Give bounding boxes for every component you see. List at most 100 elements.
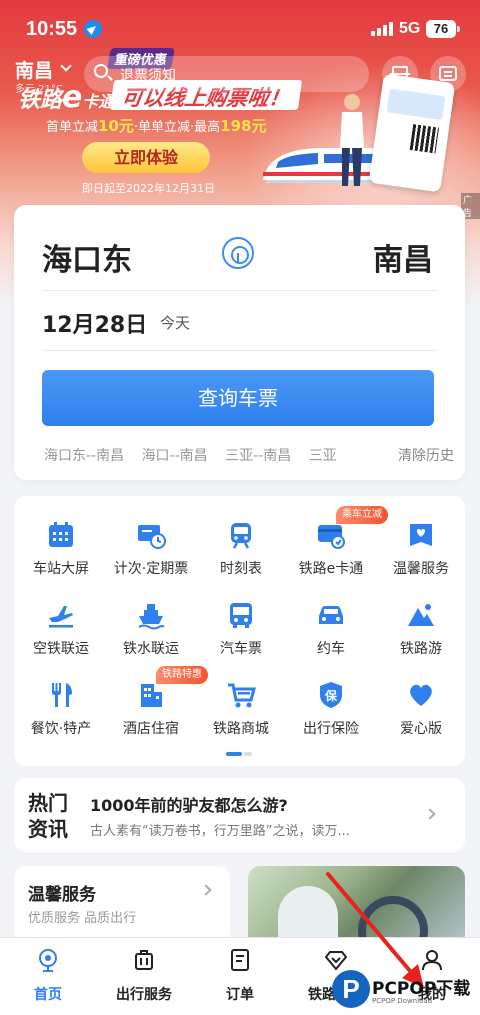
promo-cta-button[interactable]: 立即体验 xyxy=(82,142,210,173)
history-item[interactable]: 海口--南昌 xyxy=(142,445,208,465)
history-item[interactable]: 三亚 xyxy=(309,445,337,465)
service-bus-ticket[interactable]: 汽车票 xyxy=(196,600,286,676)
heart-icon xyxy=(410,684,432,706)
service-hotel[interactable]: 酒店住宿 xyxy=(106,680,196,756)
heart-box-icon xyxy=(410,524,432,546)
news-title: 1000年前的驴友都怎么游? xyxy=(90,796,288,815)
promo-date: 即日起至2022年12月31日 xyxy=(82,182,215,195)
ship-icon xyxy=(138,604,165,630)
service-label: 出行保险 xyxy=(303,721,359,737)
promo-sub-a-val: 10元 xyxy=(98,117,134,135)
service-air-rail[interactable]: 空铁联运 xyxy=(16,600,106,676)
history-item[interactable]: 海口东--南昌 xyxy=(44,445,124,465)
svg-text:保: 保 xyxy=(324,688,338,703)
network-type: 5G xyxy=(399,20,421,37)
tab-label: 订单 xyxy=(226,987,254,1003)
service-label: 汽车票 xyxy=(220,641,262,657)
news-card[interactable]: 热门 资讯 1000年前的驴友都怎么游? 古人素有“读万卷书，行万里路”之说，读… xyxy=(14,778,465,852)
warm-service-title: 温馨服务 xyxy=(28,885,96,905)
chevron-right-icon xyxy=(200,884,212,896)
divider xyxy=(42,350,438,351)
service-rail-tour[interactable]: 铁路游 xyxy=(376,600,466,676)
hotel-icon xyxy=(141,684,162,707)
message-icon xyxy=(439,66,457,81)
news-tag-line: 资讯 xyxy=(28,817,68,841)
date-weekday: 今天 xyxy=(160,314,191,332)
history-item[interactable]: 三亚--南昌 xyxy=(225,445,291,465)
query-tickets-button[interactable]: 查询车票 xyxy=(42,370,434,426)
divider xyxy=(42,290,438,291)
tab-home[interactable]: 首页 xyxy=(0,944,96,1004)
status-time: 10:55 xyxy=(26,18,78,40)
service-label: 铁水联运 xyxy=(123,641,179,657)
departure-date[interactable]: 12月28日 xyxy=(42,307,147,339)
dining-icon xyxy=(52,683,72,707)
bus-icon xyxy=(230,603,252,628)
service-label: 时刻表 xyxy=(220,561,262,577)
service-car-hailing[interactable]: 约车 xyxy=(286,600,376,676)
service-label: 铁路e卡通 xyxy=(298,561,364,577)
service-grid: 车站大屏 计次·定期票 时刻表 铁路e卡通 乘车立减 温馨服务 空铁联运 铁水联… xyxy=(14,496,465,766)
home-icon xyxy=(39,949,57,972)
promo-badge: 铁路特惠 xyxy=(156,666,208,684)
service-dining[interactable]: 餐饮·特产 xyxy=(16,680,106,756)
weather-text: 多云 21°C xyxy=(15,84,63,95)
promo-subline: 首单立减10元·单单立减·最高198元 xyxy=(46,115,266,136)
service-label: 铁路商城 xyxy=(213,721,269,737)
chevron-right-icon xyxy=(424,808,436,820)
promo-sub-a: 首单立减 xyxy=(46,120,99,135)
news-description: 古人素有“读万卷书，行万里路”之说，读万... xyxy=(90,824,350,839)
page-indicator xyxy=(226,752,254,756)
arrival-station[interactable]: 南昌 xyxy=(373,235,433,279)
service-label: 餐饮·特产 xyxy=(30,721,92,737)
plane-icon xyxy=(49,606,73,628)
scan-button[interactable] xyxy=(382,56,418,92)
card-icon xyxy=(318,525,345,549)
service-insurance[interactable]: 保 出行保险 xyxy=(286,680,376,756)
shield-icon: 保 xyxy=(320,682,342,708)
service-rail-water[interactable]: 铁水联运 xyxy=(106,600,196,676)
search-icon xyxy=(94,64,108,78)
ticket-clock-icon xyxy=(138,525,166,549)
message-button[interactable] xyxy=(430,56,466,92)
car-icon xyxy=(319,606,343,624)
luggage-icon xyxy=(135,950,153,970)
tab-label: 首页 xyxy=(34,987,62,1003)
watermark-subtext: PCPOP Download xyxy=(372,997,433,1005)
tab-orders[interactable]: 订单 xyxy=(192,944,288,1004)
city-selector[interactable]: 南昌 xyxy=(15,56,53,83)
site-watermark: P PCPOP下载 PCPOP Download xyxy=(332,968,480,1012)
tab-travel-service[interactable]: 出行服务 xyxy=(96,944,192,1004)
warm-service-subtitle: 优质服务 品质出行 xyxy=(28,911,137,926)
cart-icon xyxy=(228,683,256,708)
service-label: 爱心版 xyxy=(400,721,442,737)
promo-badge: 乘车立减 xyxy=(336,506,388,524)
service-warm[interactable]: 温馨服务 xyxy=(376,520,466,596)
service-ecard[interactable]: 铁路e卡通 xyxy=(286,520,376,596)
service-label: 空铁联运 xyxy=(33,641,89,657)
service-timetable[interactable]: 时刻表 xyxy=(196,520,286,596)
swap-stations-icon[interactable] xyxy=(222,237,254,269)
tab-label: 出行服务 xyxy=(116,987,172,1003)
clear-history-button[interactable]: 清除历史 xyxy=(390,445,454,465)
train-icon xyxy=(231,523,251,549)
service-care-edition[interactable]: 爱心版 xyxy=(376,680,466,756)
service-label: 铁路游 xyxy=(400,641,442,657)
news-tag-line: 热门 xyxy=(28,791,68,815)
service-station-screen[interactable]: 车站大屏 xyxy=(16,520,106,596)
watermark-logo: P xyxy=(332,970,370,1008)
mountain-icon xyxy=(408,604,434,626)
service-period-ticket[interactable]: 计次·定期票 xyxy=(106,520,196,596)
departure-station[interactable]: 海口东 xyxy=(42,235,132,279)
battery-icon: 76 xyxy=(426,20,460,38)
promo-logo-e: e xyxy=(62,80,83,115)
search-bar[interactable]: 退票须知 xyxy=(84,56,369,92)
service-label: 温馨服务 xyxy=(393,561,449,577)
search-placeholder: 退票须知 xyxy=(120,68,176,84)
signal-icon xyxy=(371,22,393,36)
order-icon xyxy=(231,949,249,971)
service-label: 约车 xyxy=(317,641,345,657)
watermark-text: PCPOP下载 xyxy=(372,979,471,999)
service-mall[interactable]: 铁路商城 xyxy=(196,680,286,756)
ticket-booking-card: 海口东 南昌 12月28日 今天 查询车票 海口东--南昌 海口--南昌 三亚-… xyxy=(14,205,465,480)
